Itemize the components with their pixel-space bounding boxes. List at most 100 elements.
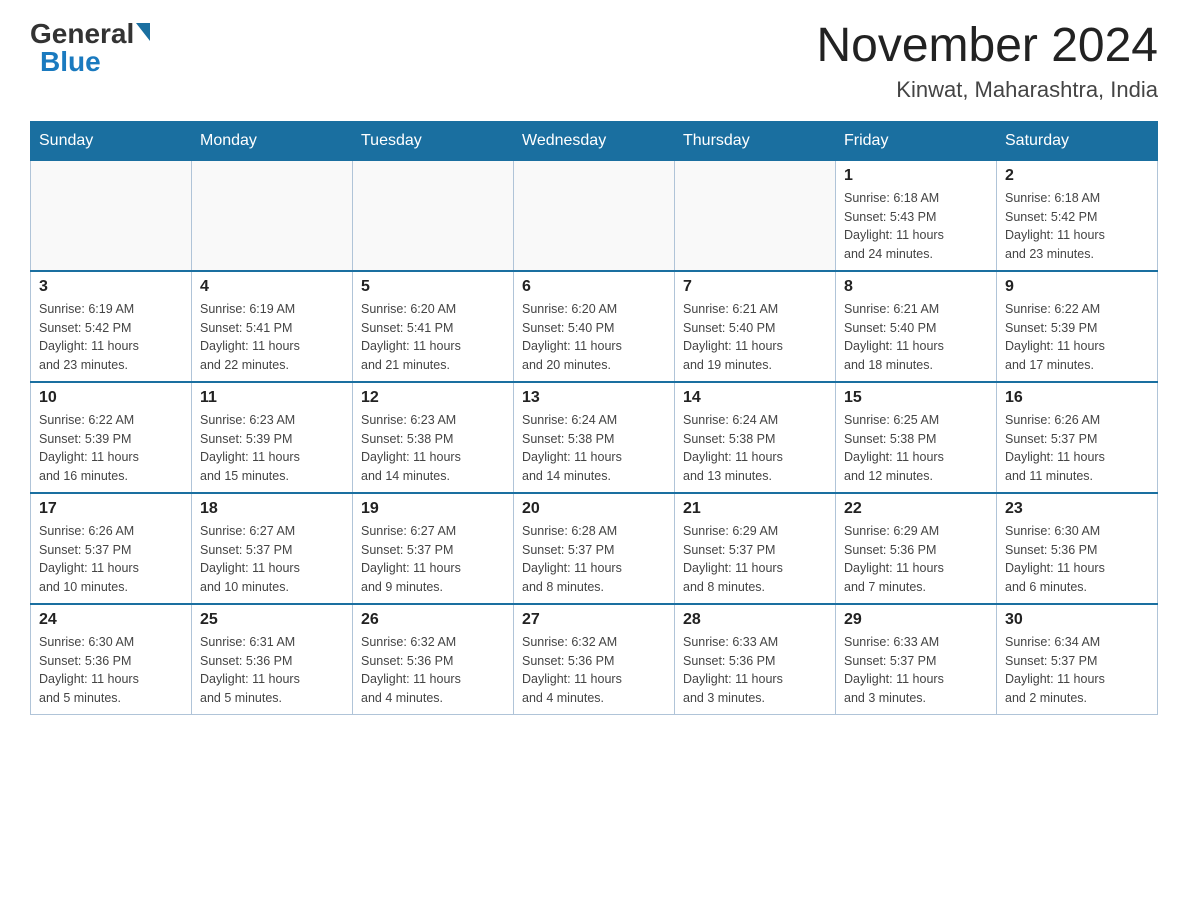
day-number: 19 <box>361 500 505 518</box>
day-number: 4 <box>200 278 344 296</box>
table-row: 9 Sunrise: 6:22 AMSunset: 5:39 PMDaylight… <box>997 271 1158 382</box>
table-row: 8Sunrise: 6:21 AMSunset: 5:40 PMDaylight… <box>836 271 997 382</box>
day-number: 11 <box>200 389 344 407</box>
day-info: Sunrise: 6:22 AMSunset: 5:39 PMDaylight:… <box>39 411 183 486</box>
day-number: 25 <box>200 611 344 629</box>
day-number: 8 <box>844 278 988 296</box>
day-info: Sunrise: 6:27 AMSunset: 5:37 PMDaylight:… <box>200 522 344 597</box>
calendar-week-row: 1 Sunrise: 6:18 AMSunset: 5:43 PMDaylight… <box>31 160 1158 271</box>
logo-blue-text: Blue <box>40 48 101 76</box>
day-info: Sunrise: 6:29 AMSunset: 5:36 PMDaylight:… <box>844 522 988 597</box>
table-row <box>514 160 675 271</box>
col-thursday: Thursday <box>675 121 836 160</box>
day-info: Sunrise: 6:34 AMSunset: 5:37 PMDaylight:… <box>1005 633 1149 708</box>
day-info: Sunrise: 6:30 AMSunset: 5:36 PMDaylight:… <box>39 633 183 708</box>
day-number: 17 <box>39 500 183 518</box>
table-row: 6 Sunrise: 6:20 AMSunset: 5:40 PMDaylight… <box>514 271 675 382</box>
day-number: 27 <box>522 611 666 629</box>
table-row: 16 Sunrise: 6:26 AMSunset: 5:37 PMDayligh… <box>997 382 1158 493</box>
col-tuesday: Tuesday <box>353 121 514 160</box>
day-info: Sunrise: 6:30 AMSunset: 5:36 PMDaylight:… <box>1005 522 1149 597</box>
table-row: 7Sunrise: 6:21 AMSunset: 5:40 PMDaylight… <box>675 271 836 382</box>
day-info: Sunrise: 6:21 AMSunset: 5:40 PMDaylight:… <box>683 300 827 375</box>
col-friday: Friday <box>836 121 997 160</box>
table-row: 21 Sunrise: 6:29 AMSunset: 5:37 PMDayligh… <box>675 493 836 604</box>
day-info: Sunrise: 6:33 AMSunset: 5:36 PMDaylight:… <box>683 633 827 708</box>
calendar-week-row: 10Sunrise: 6:22 AMSunset: 5:39 PMDayligh… <box>31 382 1158 493</box>
day-number: 22 <box>844 500 988 518</box>
day-number: 21 <box>683 500 827 518</box>
table-row: 2 Sunrise: 6:18 AMSunset: 5:42 PMDaylight… <box>997 160 1158 271</box>
day-info: Sunrise: 6:32 AMSunset: 5:36 PMDaylight:… <box>522 633 666 708</box>
table-row: 25Sunrise: 6:31 AMSunset: 5:36 PMDayligh… <box>192 604 353 715</box>
table-row: 20 Sunrise: 6:28 AMSunset: 5:37 PMDayligh… <box>514 493 675 604</box>
day-number: 29 <box>844 611 988 629</box>
table-row <box>675 160 836 271</box>
day-number: 18 <box>200 500 344 518</box>
table-row: 22 Sunrise: 6:29 AMSunset: 5:36 PMDayligh… <box>836 493 997 604</box>
table-row: 17 Sunrise: 6:26 AMSunset: 5:37 PMDayligh… <box>31 493 192 604</box>
table-row: 18 Sunrise: 6:27 AMSunset: 5:37 PMDayligh… <box>192 493 353 604</box>
day-info: Sunrise: 6:25 AMSunset: 5:38 PMDaylight:… <box>844 411 988 486</box>
calendar-week-row: 3 Sunrise: 6:19 AMSunset: 5:42 PMDaylight… <box>31 271 1158 382</box>
day-info: Sunrise: 6:33 AMSunset: 5:37 PMDaylight:… <box>844 633 988 708</box>
calendar-week-row: 24Sunrise: 6:30 AMSunset: 5:36 PMDayligh… <box>31 604 1158 715</box>
logo: General Blue <box>30 20 150 76</box>
table-row: 28 Sunrise: 6:33 AMSunset: 5:36 PMDayligh… <box>675 604 836 715</box>
day-info: Sunrise: 6:19 AMSunset: 5:42 PMDaylight:… <box>39 300 183 375</box>
table-row: 14Sunrise: 6:24 AMSunset: 5:38 PMDayligh… <box>675 382 836 493</box>
col-sunday: Sunday <box>31 121 192 160</box>
day-number: 1 <box>844 167 988 185</box>
day-number: 5 <box>361 278 505 296</box>
table-row: 30 Sunrise: 6:34 AMSunset: 5:37 PMDayligh… <box>997 604 1158 715</box>
table-row: 4 Sunrise: 6:19 AMSunset: 5:41 PMDaylight… <box>192 271 353 382</box>
day-info: Sunrise: 6:18 AMSunset: 5:42 PMDaylight:… <box>1005 189 1149 264</box>
day-info: Sunrise: 6:20 AMSunset: 5:40 PMDaylight:… <box>522 300 666 375</box>
table-row: 15 Sunrise: 6:25 AMSunset: 5:38 PMDayligh… <box>836 382 997 493</box>
day-info: Sunrise: 6:26 AMSunset: 5:37 PMDaylight:… <box>39 522 183 597</box>
logo-triangle-icon <box>136 23 150 41</box>
day-number: 2 <box>1005 167 1149 185</box>
table-row <box>192 160 353 271</box>
day-number: 6 <box>522 278 666 296</box>
table-row: 27 Sunrise: 6:32 AMSunset: 5:36 PMDayligh… <box>514 604 675 715</box>
day-info: Sunrise: 6:27 AMSunset: 5:37 PMDaylight:… <box>361 522 505 597</box>
day-number: 28 <box>683 611 827 629</box>
table-row: 5 Sunrise: 6:20 AMSunset: 5:41 PMDaylight… <box>353 271 514 382</box>
day-info: Sunrise: 6:24 AMSunset: 5:38 PMDaylight:… <box>522 411 666 486</box>
day-number: 30 <box>1005 611 1149 629</box>
col-wednesday: Wednesday <box>514 121 675 160</box>
calendar-header-row: Sunday Monday Tuesday Wednesday Thursday… <box>31 121 1158 160</box>
day-number: 13 <box>522 389 666 407</box>
table-row <box>353 160 514 271</box>
location-subtitle: Kinwat, Maharashtra, India <box>816 77 1158 103</box>
table-row: 19 Sunrise: 6:27 AMSunset: 5:37 PMDayligh… <box>353 493 514 604</box>
table-row: 11Sunrise: 6:23 AMSunset: 5:39 PMDayligh… <box>192 382 353 493</box>
day-number: 20 <box>522 500 666 518</box>
day-info: Sunrise: 6:19 AMSunset: 5:41 PMDaylight:… <box>200 300 344 375</box>
title-block: November 2024 Kinwat, Maharashtra, India <box>816 20 1158 103</box>
col-monday: Monday <box>192 121 353 160</box>
table-row: 1 Sunrise: 6:18 AMSunset: 5:43 PMDaylight… <box>836 160 997 271</box>
table-row: 12Sunrise: 6:23 AMSunset: 5:38 PMDayligh… <box>353 382 514 493</box>
day-info: Sunrise: 6:20 AMSunset: 5:41 PMDaylight:… <box>361 300 505 375</box>
day-number: 9 <box>1005 278 1149 296</box>
table-row: 10Sunrise: 6:22 AMSunset: 5:39 PMDayligh… <box>31 382 192 493</box>
day-info: Sunrise: 6:29 AMSunset: 5:37 PMDaylight:… <box>683 522 827 597</box>
day-info: Sunrise: 6:22 AMSunset: 5:39 PMDaylight:… <box>1005 300 1149 375</box>
day-number: 15 <box>844 389 988 407</box>
day-info: Sunrise: 6:32 AMSunset: 5:36 PMDaylight:… <box>361 633 505 708</box>
table-row: 23Sunrise: 6:30 AMSunset: 5:36 PMDayligh… <box>997 493 1158 604</box>
page-header: General Blue November 2024 Kinwat, Mahar… <box>30 20 1158 103</box>
table-row: 29 Sunrise: 6:33 AMSunset: 5:37 PMDayligh… <box>836 604 997 715</box>
month-year-title: November 2024 <box>816 20 1158 73</box>
day-info: Sunrise: 6:28 AMSunset: 5:37 PMDaylight:… <box>522 522 666 597</box>
day-info: Sunrise: 6:26 AMSunset: 5:37 PMDaylight:… <box>1005 411 1149 486</box>
day-number: 16 <box>1005 389 1149 407</box>
day-number: 12 <box>361 389 505 407</box>
day-number: 3 <box>39 278 183 296</box>
day-info: Sunrise: 6:18 AMSunset: 5:43 PMDaylight:… <box>844 189 988 264</box>
day-info: Sunrise: 6:24 AMSunset: 5:38 PMDaylight:… <box>683 411 827 486</box>
table-row: 3 Sunrise: 6:19 AMSunset: 5:42 PMDaylight… <box>31 271 192 382</box>
calendar-week-row: 17 Sunrise: 6:26 AMSunset: 5:37 PMDayligh… <box>31 493 1158 604</box>
